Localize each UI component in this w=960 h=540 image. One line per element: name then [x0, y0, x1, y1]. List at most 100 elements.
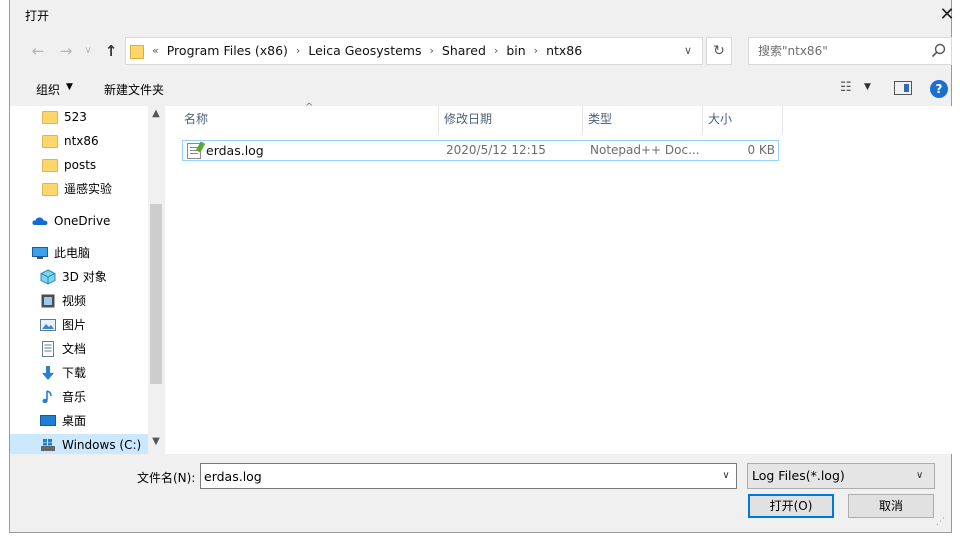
navigation-pane: 523 ntx86 posts 遥感实验 OneDrive 此电脑 3D 对象 …: [10, 106, 164, 454]
column-header-name[interactable]: 名称: [179, 106, 439, 134]
folder-icon: [42, 111, 58, 124]
dialog-title: 打开: [25, 9, 50, 23]
chevron-down-icon[interactable]: ▼: [66, 82, 73, 92]
download-icon: [40, 365, 56, 381]
breadcrumb-separator[interactable]: ›: [292, 38, 304, 64]
tree-item-label: 音乐: [62, 390, 87, 404]
drive-icon: [40, 437, 56, 453]
file-type: Notepad++ Doc...: [590, 143, 700, 157]
file-date: 2020/5/12 12:15: [446, 143, 546, 157]
close-button[interactable]: ✕: [932, 4, 960, 28]
breadcrumb-item[interactable]: ntx86: [542, 38, 586, 64]
breadcrumb-overflow[interactable]: «: [148, 38, 163, 64]
tree-item-label: 遥感实验: [64, 182, 113, 196]
tree-item-windows-c[interactable]: Windows (C:): [10, 434, 148, 454]
chevron-down-icon[interactable]: ▼: [864, 82, 871, 92]
tree-item-videos[interactable]: 视频: [40, 290, 86, 312]
folder-icon: [42, 183, 58, 196]
new-folder-button[interactable]: 新建文件夹: [104, 81, 164, 98]
file-name: erdas.log: [206, 143, 264, 158]
tree-item-523[interactable]: 523: [42, 106, 87, 128]
breadcrumb-item[interactable]: Leica Geosystems: [304, 38, 425, 64]
tree-item-label: Windows (C:): [62, 438, 142, 452]
cube-icon: [40, 269, 56, 285]
tree-item-label: OneDrive: [54, 214, 111, 228]
breadcrumb-item[interactable]: bin: [502, 38, 529, 64]
breadcrumb-item[interactable]: Shared: [438, 38, 490, 64]
preview-pane-icon[interactable]: [894, 81, 912, 95]
address-dropdown-button[interactable]: ∨: [678, 38, 698, 64]
filename-label: 文件名(N):: [137, 471, 196, 485]
breadcrumb-item[interactable]: Program Files (x86): [163, 38, 292, 64]
desktop-icon: [40, 413, 56, 429]
tree-item-onedrive[interactable]: OneDrive: [32, 210, 110, 232]
folder-icon: [130, 43, 144, 59]
folder-icon: [42, 135, 58, 148]
search-input[interactable]: [749, 38, 925, 64]
recent-locations-button[interactable]: ∨: [82, 40, 94, 62]
scroll-down-button[interactable]: ▼: [148, 436, 164, 452]
tree-item-label: 此电脑: [54, 246, 91, 260]
tree-item-documents[interactable]: 文档: [40, 338, 86, 360]
scrollbar-thumb[interactable]: [150, 204, 162, 384]
tree-item-music[interactable]: 音乐: [40, 386, 86, 408]
column-header-date[interactable]: 修改日期: [439, 106, 583, 134]
breadcrumb-separator[interactable]: ›: [490, 38, 502, 64]
tree-item-ntx86[interactable]: ntx86: [42, 130, 99, 152]
document-icon: [40, 341, 56, 357]
breadcrumb-separator[interactable]: ›: [530, 38, 542, 64]
tree-item-remote-sensing[interactable]: 遥感实验: [42, 178, 112, 200]
breadcrumb-separator[interactable]: ›: [425, 38, 437, 64]
tree-scrollbar[interactable]: ▲ ▼: [148, 106, 164, 454]
picture-icon: [40, 317, 56, 333]
video-icon: [40, 293, 56, 309]
tree-item-this-pc[interactable]: 此电脑: [32, 242, 90, 264]
table-row[interactable]: erdas.log 2020/5/12 12:15 Notepad++ Doc.…: [182, 140, 779, 161]
tree-item-label: 桌面: [62, 414, 87, 428]
tree-item-label: 523: [64, 110, 87, 124]
organize-button[interactable]: 组织: [36, 81, 60, 98]
tree-item-label: ntx86: [64, 134, 99, 148]
file-size: 0 KB: [747, 143, 775, 157]
tree-item-downloads[interactable]: 下载: [40, 362, 86, 384]
chevron-down-icon: ∨: [916, 470, 924, 481]
tree-item-label: 3D 对象: [62, 270, 107, 284]
computer-icon: [32, 245, 48, 261]
filename-input[interactable]: [201, 464, 711, 488]
column-header-type[interactable]: 类型: [583, 106, 703, 134]
tree-item-label: 视频: [62, 294, 87, 308]
tree-item-3d-objects[interactable]: 3D 对象: [40, 266, 107, 288]
cancel-button[interactable]: 取消: [848, 494, 934, 518]
music-icon: [40, 389, 56, 405]
chevron-down-icon[interactable]: ∨: [717, 464, 735, 488]
tree-item-desktop[interactable]: 桌面: [40, 410, 86, 432]
view-options-icon[interactable]: ☷: [840, 80, 852, 95]
command-bar: 组织 ▼ 新建文件夹 ☷ ▼ ?: [20, 76, 960, 104]
forward-button[interactable]: →: [55, 40, 77, 62]
up-button[interactable]: ↑: [100, 40, 122, 62]
scroll-up-button[interactable]: ▲: [148, 108, 164, 124]
tree-item-posts[interactable]: posts: [42, 154, 96, 176]
filename-combobox: ∨: [200, 463, 737, 489]
notepad-file-icon: [187, 143, 201, 159]
search-box: [748, 37, 952, 65]
back-button[interactable]: ←: [27, 40, 49, 62]
folder-icon: [42, 159, 58, 172]
refresh-button[interactable]: ↻: [706, 37, 732, 65]
tree-item-label: 下载: [62, 366, 87, 380]
tree-item-pictures[interactable]: 图片: [40, 314, 86, 336]
resize-grip-icon[interactable]: ⋰: [936, 517, 945, 527]
file-list: ^ 名称 修改日期 类型 大小 erdas.log 2020/5/12 12:1…: [165, 102, 952, 454]
tree-item-label: 图片: [62, 318, 87, 332]
breadcrumb: « Program Files (x86) › Leica Geosystems…: [148, 38, 586, 64]
background-window-bottom: [0, 532, 960, 540]
search-icon[interactable]: [930, 42, 948, 60]
tree-item-label: 文档: [62, 342, 87, 356]
help-icon[interactable]: ?: [930, 80, 948, 98]
column-header-size[interactable]: 大小: [703, 106, 783, 134]
open-button[interactable]: 打开(O): [748, 494, 834, 518]
file-type-value: Log Files(*.log): [752, 468, 845, 483]
cloud-icon: [32, 213, 48, 229]
address-bar[interactable]: « Program Files (x86) › Leica Geosystems…: [125, 37, 703, 65]
file-type-select[interactable]: Log Files(*.log) ∨: [747, 463, 935, 489]
